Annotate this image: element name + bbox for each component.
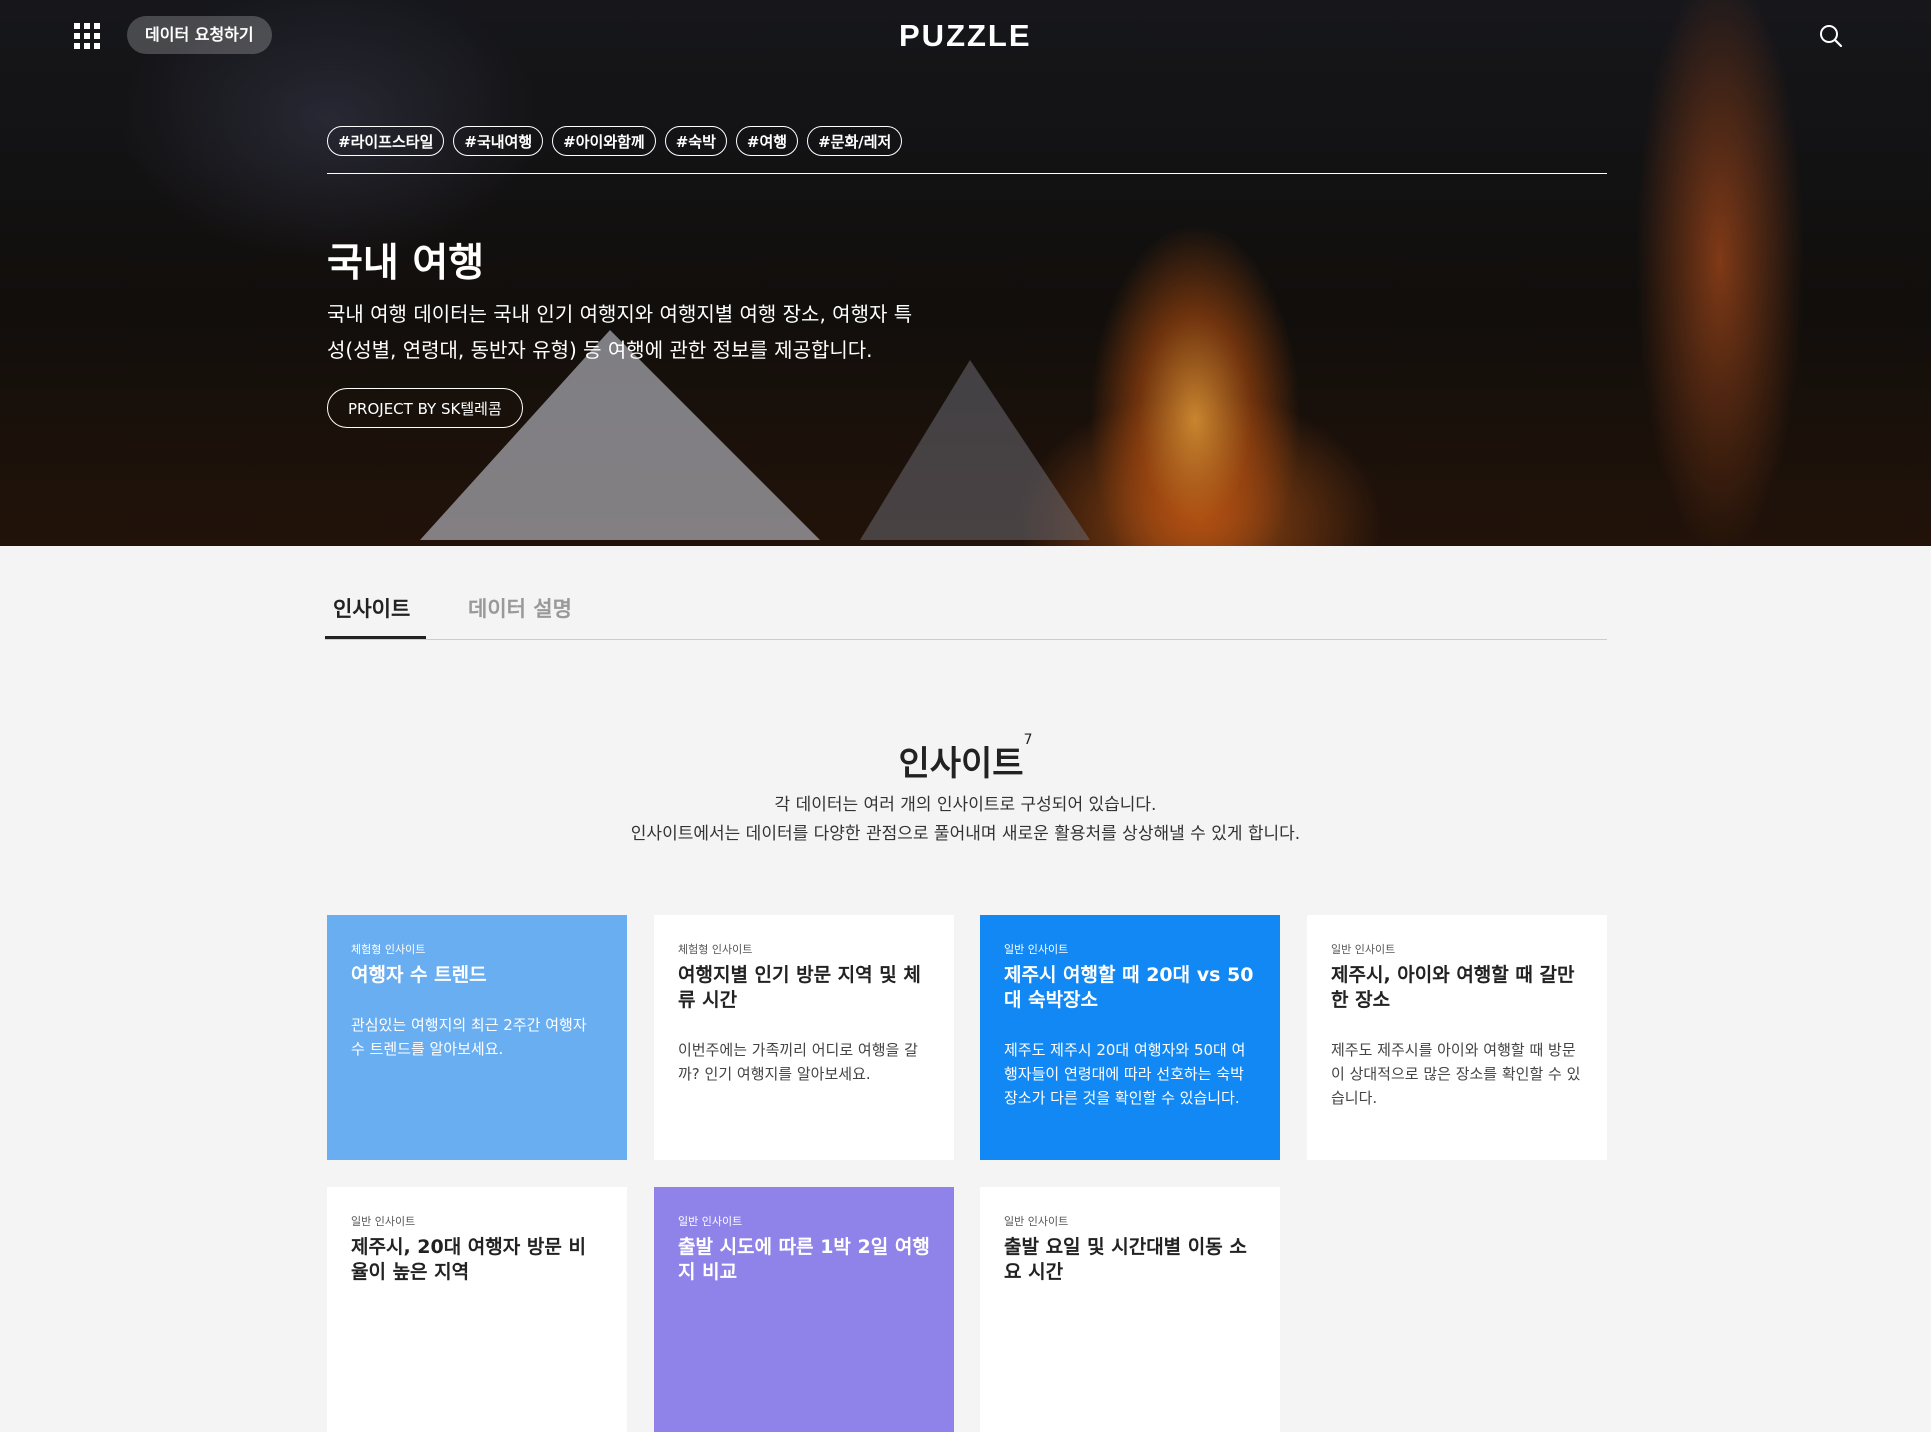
insight-card[interactable]: 일반 인사이트 출발 요일 및 시간대별 이동 소요 시간 bbox=[980, 1187, 1280, 1432]
active-tab-indicator bbox=[325, 636, 426, 639]
hashtag[interactable]: #문화/레저 bbox=[807, 126, 903, 156]
content-tabs: 인사이트 데이터 설명 bbox=[325, 583, 1607, 640]
hashtag[interactable]: #아이와함께 bbox=[552, 126, 656, 156]
insight-card[interactable]: 체험형 인사이트 여행자 수 트렌드 관심있는 여행지의 최근 2주간 여행자 … bbox=[327, 915, 627, 1160]
search-icon[interactable] bbox=[1819, 24, 1843, 48]
project-by-button[interactable]: PROJECT BY SK텔레콤 bbox=[327, 388, 523, 428]
hashtag[interactable]: #여행 bbox=[735, 126, 799, 156]
data-request-button[interactable]: 데이터 요청하기 bbox=[127, 16, 272, 54]
puzzle-logo[interactable]: PUZZLE bbox=[899, 18, 1032, 54]
page-title: 국내 여행 bbox=[327, 241, 485, 286]
card-type: 일반 인사이트 bbox=[678, 1215, 743, 1228]
insight-card[interactable]: 일반 인사이트 제주시, 아이와 여행할 때 갈만한 장소 제주도 제주시를 아… bbox=[1307, 915, 1607, 1160]
card-description: 제주도 제주시 20대 여행자와 50대 여행자들이 연령대에 따라 선호하는 … bbox=[1004, 1041, 1246, 1107]
card-title: 여행지별 인기 방문 지역 및 체류 시간 bbox=[678, 964, 921, 1011]
insight-card[interactable]: 체험형 인사이트 여행지별 인기 방문 지역 및 체류 시간 이번주에는 가족끼… bbox=[654, 915, 954, 1160]
hashtag[interactable]: #라이프스타일 bbox=[327, 126, 445, 156]
card-type: 체험형 인사이트 bbox=[678, 943, 753, 956]
card-title: 출발 시도에 따른 1박 2일 여행지 비교 bbox=[678, 1236, 930, 1283]
card-type: 일반 인사이트 bbox=[1004, 943, 1069, 956]
page-description: 국내 여행 데이터는 국내 인기 여행지와 여행지별 여행 장소, 여행자 특 … bbox=[327, 296, 947, 368]
card-type: 일반 인사이트 bbox=[1331, 943, 1396, 956]
card-description: 관심있는 여행지의 최근 2주간 여행자 수 트렌드를 알아보세요. bbox=[351, 1016, 587, 1058]
card-description: 제주도 제주시를 아이와 여행할 때 방문이 상대적으로 많은 장소를 확인할 … bbox=[1331, 1041, 1581, 1107]
hero-divider bbox=[327, 173, 1607, 174]
insight-card[interactable]: 일반 인사이트 제주시 여행할 때 20대 vs 50대 숙박장소 제주도 제주… bbox=[980, 915, 1280, 1160]
card-type: 일반 인사이트 bbox=[1004, 1215, 1069, 1228]
section-subtitle: 각 데이터는 여러 개의 인사이트로 구성되어 있습니다. 인사이트에서는 데이… bbox=[0, 791, 1931, 849]
section-title-text: 인사이트 bbox=[898, 744, 1024, 784]
card-title: 출발 요일 및 시간대별 이동 소요 시간 bbox=[1004, 1236, 1247, 1283]
section-title: 인사이트7 bbox=[0, 732, 1931, 785]
grid-menu-icon[interactable] bbox=[74, 23, 100, 49]
card-title: 제주시, 아이와 여행할 때 갈만한 장소 bbox=[1331, 964, 1575, 1011]
card-description: 이번주에는 가족끼리 어디로 여행을 갈까? 인기 여행지를 알아보세요. bbox=[678, 1041, 918, 1083]
description-line: 성(성별, 연령대, 동반자 유형) 등 여행에 관한 정보를 제공합니다. bbox=[327, 338, 873, 362]
hashtag[interactable]: #국내여행 bbox=[453, 126, 544, 156]
tab-data-description[interactable]: 데이터 설명 bbox=[468, 593, 572, 623]
card-title: 여행자 수 트렌드 bbox=[351, 964, 487, 986]
hashtag[interactable]: #숙박 bbox=[664, 126, 727, 156]
subtitle-line: 각 데이터는 여러 개의 인사이트로 구성되어 있습니다. bbox=[774, 795, 1157, 815]
card-type: 일반 인사이트 bbox=[351, 1215, 416, 1228]
hero-overlay bbox=[0, 0, 1931, 546]
tab-insight[interactable]: 인사이트 bbox=[333, 593, 410, 623]
insight-count: 7 bbox=[1023, 732, 1033, 748]
description-line: 국내 여행 데이터는 국내 인기 여행지와 여행지별 여행 장소, 여행자 특 bbox=[327, 302, 913, 326]
card-title: 제주시, 20대 여행자 방문 비율이 높은 지역 bbox=[351, 1236, 586, 1283]
card-type: 체험형 인사이트 bbox=[351, 943, 426, 956]
hero-banner: 데이터 요청하기 PUZZLE #라이프스타일 #국내여행 #아이와함께 #숙박… bbox=[0, 0, 1931, 546]
hashtag-list: #라이프스타일 #국내여행 #아이와함께 #숙박 #여행 #문화/레저 bbox=[327, 126, 903, 156]
insight-card[interactable]: 일반 인사이트 출발 시도에 따른 1박 2일 여행지 비교 bbox=[654, 1187, 954, 1432]
subtitle-line: 인사이트에서는 데이터를 다양한 관점으로 풀어내며 새로운 활용처를 상상해낼… bbox=[630, 824, 1301, 844]
card-title: 제주시 여행할 때 20대 vs 50대 숙박장소 bbox=[1004, 964, 1254, 1011]
insight-card[interactable]: 일반 인사이트 제주시, 20대 여행자 방문 비율이 높은 지역 bbox=[327, 1187, 627, 1432]
